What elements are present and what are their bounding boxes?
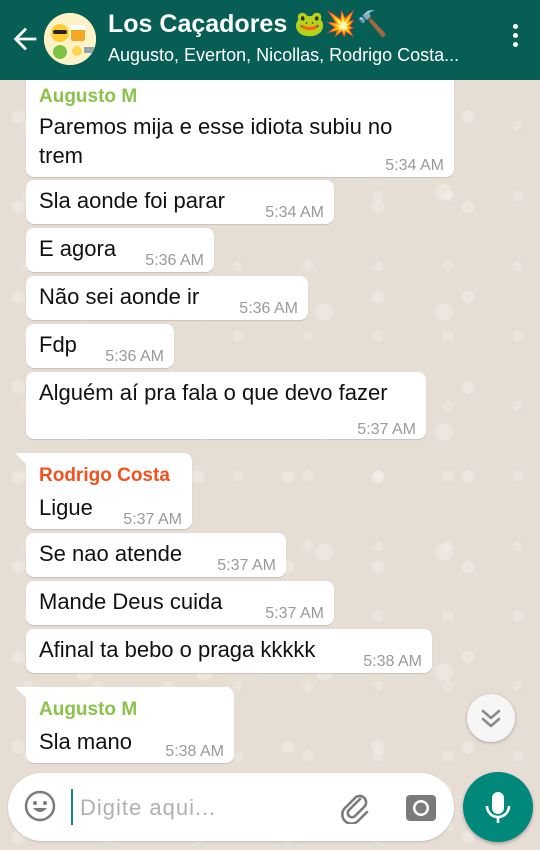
message-time: 5:34 AM bbox=[385, 157, 444, 174]
group-title[interactable]: Los Caçadores 🐸💥🔨 bbox=[108, 10, 388, 39]
message-sender: Augusto M bbox=[39, 86, 138, 107]
emoji-icon[interactable] bbox=[23, 789, 57, 823]
message-time: 5:37 AM bbox=[357, 421, 416, 438]
message-sender: Augusto M bbox=[39, 699, 138, 720]
more-options-icon[interactable] bbox=[510, 24, 520, 54]
double-chevron-down-icon bbox=[481, 709, 501, 728]
message-time: 5:38 AM bbox=[165, 743, 224, 760]
message-bubble[interactable]: E agora 5:36 AM bbox=[26, 228, 214, 272]
group-participants[interactable]: Augusto, Everton, Nicollas, Rodrigo Cost… bbox=[108, 45, 488, 66]
message-sender: Rodrigo Costa bbox=[39, 465, 170, 486]
message-text-line2: trem bbox=[39, 143, 83, 168]
scroll-to-bottom-button[interactable] bbox=[467, 694, 515, 742]
group-avatar-image bbox=[44, 13, 96, 65]
message-time: 5:36 AM bbox=[105, 348, 164, 365]
message-text: Afinal ta bebo o praga kkkkk bbox=[39, 637, 316, 662]
message-text: Sla aonde foi parar bbox=[39, 188, 225, 213]
microphone-icon bbox=[485, 792, 511, 823]
message-time: 5:36 AM bbox=[145, 252, 204, 269]
message-text: Sla mano bbox=[39, 729, 132, 754]
message-time: 5:37 AM bbox=[123, 511, 182, 528]
message-time: 5:37 AM bbox=[217, 557, 276, 574]
message-time: 5:38 AM bbox=[363, 653, 422, 670]
message-bubble[interactable]: Rodrigo Costa Ligue 5:37 AM bbox=[26, 453, 192, 529]
back-arrow-icon[interactable] bbox=[8, 22, 42, 56]
message-input[interactable] bbox=[78, 787, 332, 829]
group-avatar[interactable] bbox=[44, 13, 96, 65]
message-bubble[interactable]: Afinal ta bebo o praga kkkkk 5:38 AM bbox=[26, 629, 432, 673]
message-bubble[interactable]: Augusto M Paremos mija e esse idiota sub… bbox=[26, 80, 454, 177]
message-bubble[interactable]: Fdp 5:36 AM bbox=[26, 324, 174, 368]
message-text: Paremos mija e esse idiota subiu no bbox=[39, 114, 393, 139]
message-time: 5:34 AM bbox=[265, 204, 324, 221]
message-text: Alguém aí pra fala o que devo fazer bbox=[39, 380, 388, 405]
message-text: Ligue bbox=[39, 495, 93, 520]
message-bubble[interactable]: Alguém aí pra fala o que devo fazer 5:37… bbox=[26, 372, 426, 439]
message-text: Mande Deus cuida bbox=[39, 589, 223, 614]
message-bubble[interactable]: Não sei aonde ir 5:36 AM bbox=[26, 276, 308, 320]
message-text: Não sei aonde ir bbox=[39, 284, 200, 309]
message-text: E agora bbox=[39, 236, 117, 261]
voice-message-button[interactable] bbox=[463, 772, 533, 842]
message-bubble[interactable]: Augusto M Sla mano 5:38 AM bbox=[26, 687, 234, 763]
chat-header: Los Caçadores 🐸💥🔨 Augusto, Everton, Nico… bbox=[0, 0, 540, 80]
message-time: 5:36 AM bbox=[239, 300, 298, 317]
message-text: Se nao atende bbox=[39, 541, 183, 566]
paperclip-icon[interactable] bbox=[338, 790, 372, 824]
message-time: 5:37 AM bbox=[265, 605, 324, 622]
message-text: Fdp bbox=[39, 332, 77, 357]
message-bubble[interactable]: Se nao atende 5:37 AM bbox=[26, 533, 286, 577]
message-composer bbox=[8, 773, 454, 841]
camera-icon[interactable] bbox=[404, 791, 438, 823]
message-bubble[interactable]: Sla aonde foi parar 5:34 AM bbox=[26, 180, 334, 224]
message-bubble[interactable]: Mande Deus cuida 5:37 AM bbox=[26, 581, 334, 625]
text-cursor bbox=[71, 789, 73, 825]
